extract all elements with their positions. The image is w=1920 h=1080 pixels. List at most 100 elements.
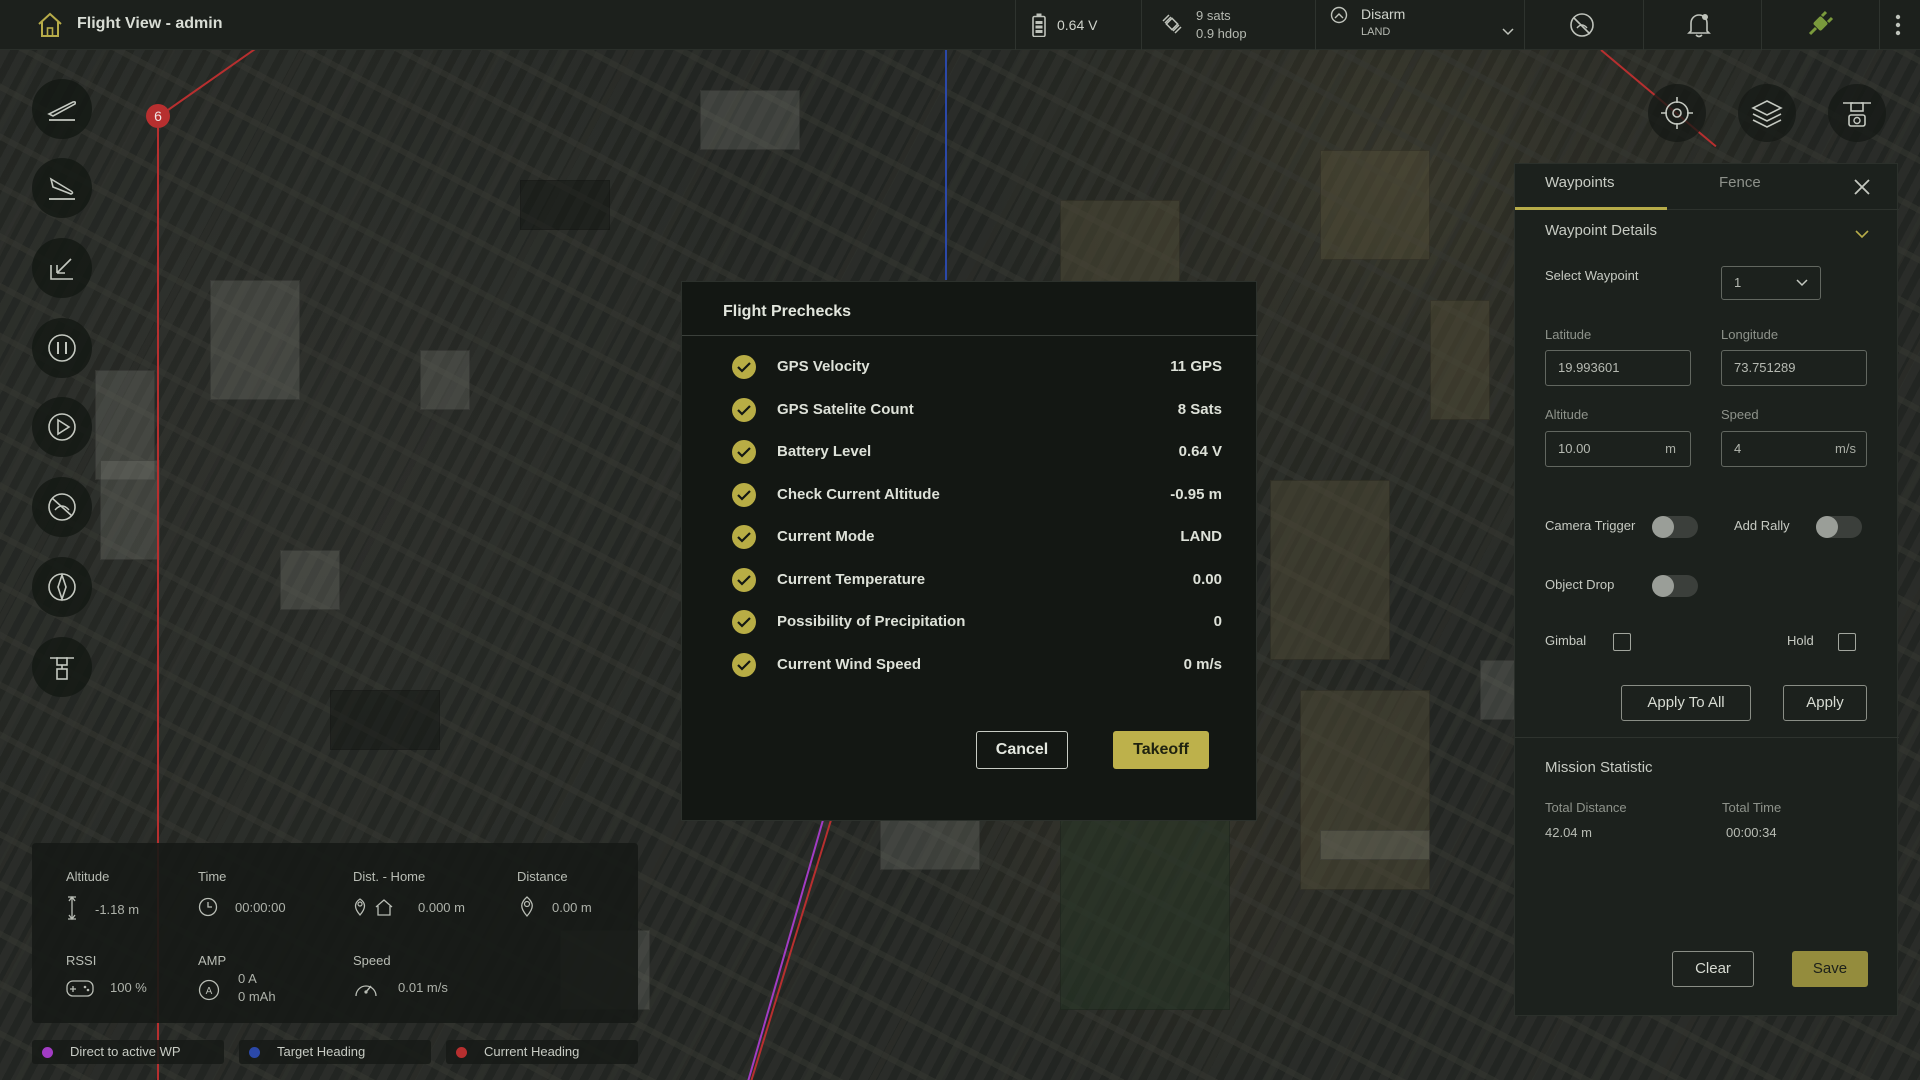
drone-camera-button[interactable] — [1828, 84, 1886, 142]
gps-hdop: 0.9 hdop — [1196, 26, 1247, 41]
object-drop-label: Object Drop — [1545, 577, 1615, 592]
waypoint-panel: Waypoints Fence Waypoint Details Select … — [1514, 163, 1899, 1016]
compass-tool-button[interactable] — [32, 557, 92, 617]
camera-trigger-label: Camera Trigger — [1545, 518, 1636, 533]
check-circle-icon — [732, 610, 756, 634]
precheck-row: Check Current Altitude -0.95 m — [732, 482, 1222, 508]
plug-icon[interactable] — [1804, 10, 1834, 40]
precheck-row: GPS Velocity 11 GPS — [732, 354, 1222, 380]
rtl-tool-button[interactable] — [32, 238, 92, 298]
mah-value: 0 mAh — [238, 989, 276, 1004]
hold-checkbox[interactable] — [1838, 633, 1856, 651]
waypoint-marker[interactable]: 6 — [146, 104, 170, 128]
layers-button[interactable] — [1738, 84, 1796, 142]
app-title: Flight View - admin — [77, 15, 223, 32]
precheck-value: 8 Sats — [1177, 401, 1222, 418]
disarm-tool-button[interactable] — [32, 477, 92, 537]
pause-tool-button[interactable] — [32, 318, 92, 378]
home-icon[interactable] — [36, 11, 64, 39]
drone-payload-icon — [50, 657, 74, 680]
apply-button[interactable]: Apply — [1783, 685, 1867, 721]
dist-home-label: Dist. - Home — [353, 869, 426, 884]
play-tool-button[interactable] — [32, 397, 92, 457]
tab-waypoints[interactable]: Waypoints — [1545, 174, 1614, 191]
check-circle-icon — [732, 355, 756, 379]
select-waypoint-dropdown[interactable]: 1 — [1721, 266, 1821, 300]
clear-button[interactable]: Clear — [1672, 951, 1754, 987]
compass-icon — [48, 572, 76, 602]
gimbal-checkbox[interactable] — [1613, 633, 1631, 651]
drone-payload-tool-button[interactable] — [32, 637, 92, 697]
precheck-row: Current Wind Speed 0 m/s — [732, 652, 1222, 678]
select-waypoint-label: Select Waypoint — [1545, 268, 1639, 283]
waypoint-details-title: Waypoint Details — [1545, 222, 1657, 239]
altitude-unit: m — [1665, 441, 1676, 456]
latitude-label: Latitude — [1545, 327, 1592, 342]
legend-item-current-heading: Current Heading — [446, 1040, 638, 1064]
legend-item-target-heading: Target Heading — [239, 1040, 431, 1064]
add-rally-toggle[interactable] — [1816, 516, 1862, 538]
ampere-icon: A — [198, 979, 220, 1001]
takeoff-icon — [47, 100, 77, 121]
flight-mode: LAND — [1361, 26, 1391, 38]
cancel-button[interactable]: Cancel — [976, 731, 1068, 769]
precheck-row: Current Temperature 0.00 — [732, 567, 1222, 593]
check-circle-icon — [732, 525, 756, 549]
precheck-value: 11 GPS — [1170, 358, 1222, 375]
camera-trigger-toggle[interactable] — [1652, 516, 1698, 538]
precheck-label: Battery Level — [777, 443, 872, 460]
total-time-value: 00:00:34 — [1726, 825, 1777, 840]
precheck-value: -0.95 m — [1170, 486, 1222, 503]
chevron-down-icon — [1796, 279, 1808, 287]
locate-button[interactable] — [1648, 84, 1706, 142]
latitude-input[interactable]: 19.993601 — [1545, 350, 1691, 386]
tab-fence[interactable]: Fence — [1719, 174, 1761, 191]
select-waypoint-value: 1 — [1734, 275, 1742, 290]
gamepad-icon — [66, 980, 94, 997]
land-tool-button[interactable] — [32, 158, 92, 218]
legend-dot — [42, 1047, 53, 1058]
chevron-down-icon[interactable] — [1855, 230, 1869, 239]
legend-dot — [249, 1047, 260, 1058]
save-button[interactable]: Save — [1792, 951, 1868, 987]
amp-value: 0 A — [238, 971, 257, 986]
svg-text:A: A — [206, 986, 213, 997]
check-circle-icon — [732, 440, 756, 464]
altitude-value: -1.18 m — [95, 902, 140, 917]
arm-state: Disarm — [1361, 6, 1406, 22]
no-signal-icon[interactable] — [1568, 11, 1596, 39]
rssi-value: 100 % — [110, 980, 147, 995]
arm-mode-dropdown[interactable]: Disarm LAND — [1316, 0, 1524, 50]
total-time-label: Total Time — [1722, 800, 1782, 815]
takeoff-button[interactable]: Takeoff — [1113, 731, 1209, 769]
speed-input[interactable]: 4 m/s — [1721, 431, 1867, 467]
precheck-value: 0.00 — [1192, 571, 1222, 588]
apply-to-all-button[interactable]: Apply To All — [1621, 685, 1751, 721]
landing-icon — [49, 177, 75, 200]
object-drop-toggle[interactable] — [1652, 575, 1698, 597]
more-vert-icon[interactable] — [1894, 13, 1902, 37]
altitude-input[interactable]: 10.00 m — [1545, 431, 1691, 467]
speed-value: 0.01 m/s — [398, 980, 448, 995]
add-rally-label: Add Rally — [1734, 518, 1790, 533]
check-circle-icon — [732, 653, 756, 677]
home-distance-icon — [354, 898, 393, 916]
longitude-input[interactable]: 73.751289 — [1721, 350, 1867, 386]
distance-value: 0.00 m — [552, 900, 592, 915]
precheck-label: Possibility of Precipitation — [777, 613, 966, 630]
speed-label: Speed — [353, 953, 391, 968]
battery-icon — [1032, 13, 1046, 37]
close-icon[interactable] — [1853, 178, 1871, 196]
active-tab-indicator — [1515, 207, 1667, 210]
latitude-value: 19.993601 — [1558, 360, 1620, 375]
precheck-value: 0 — [1213, 613, 1222, 630]
drone-camera-icon — [1843, 102, 1871, 127]
mission-statistic-title: Mission Statistic — [1545, 759, 1653, 776]
time-value: 00:00:00 — [235, 900, 286, 915]
amp-label: AMP — [198, 953, 227, 968]
takeoff-tool-button[interactable] — [32, 79, 92, 139]
dist-home-value: 0.000 m — [418, 900, 465, 915]
bell-icon[interactable] — [1686, 11, 1712, 39]
speed-value: 4 — [1734, 441, 1742, 456]
altitude-icon — [68, 895, 76, 921]
